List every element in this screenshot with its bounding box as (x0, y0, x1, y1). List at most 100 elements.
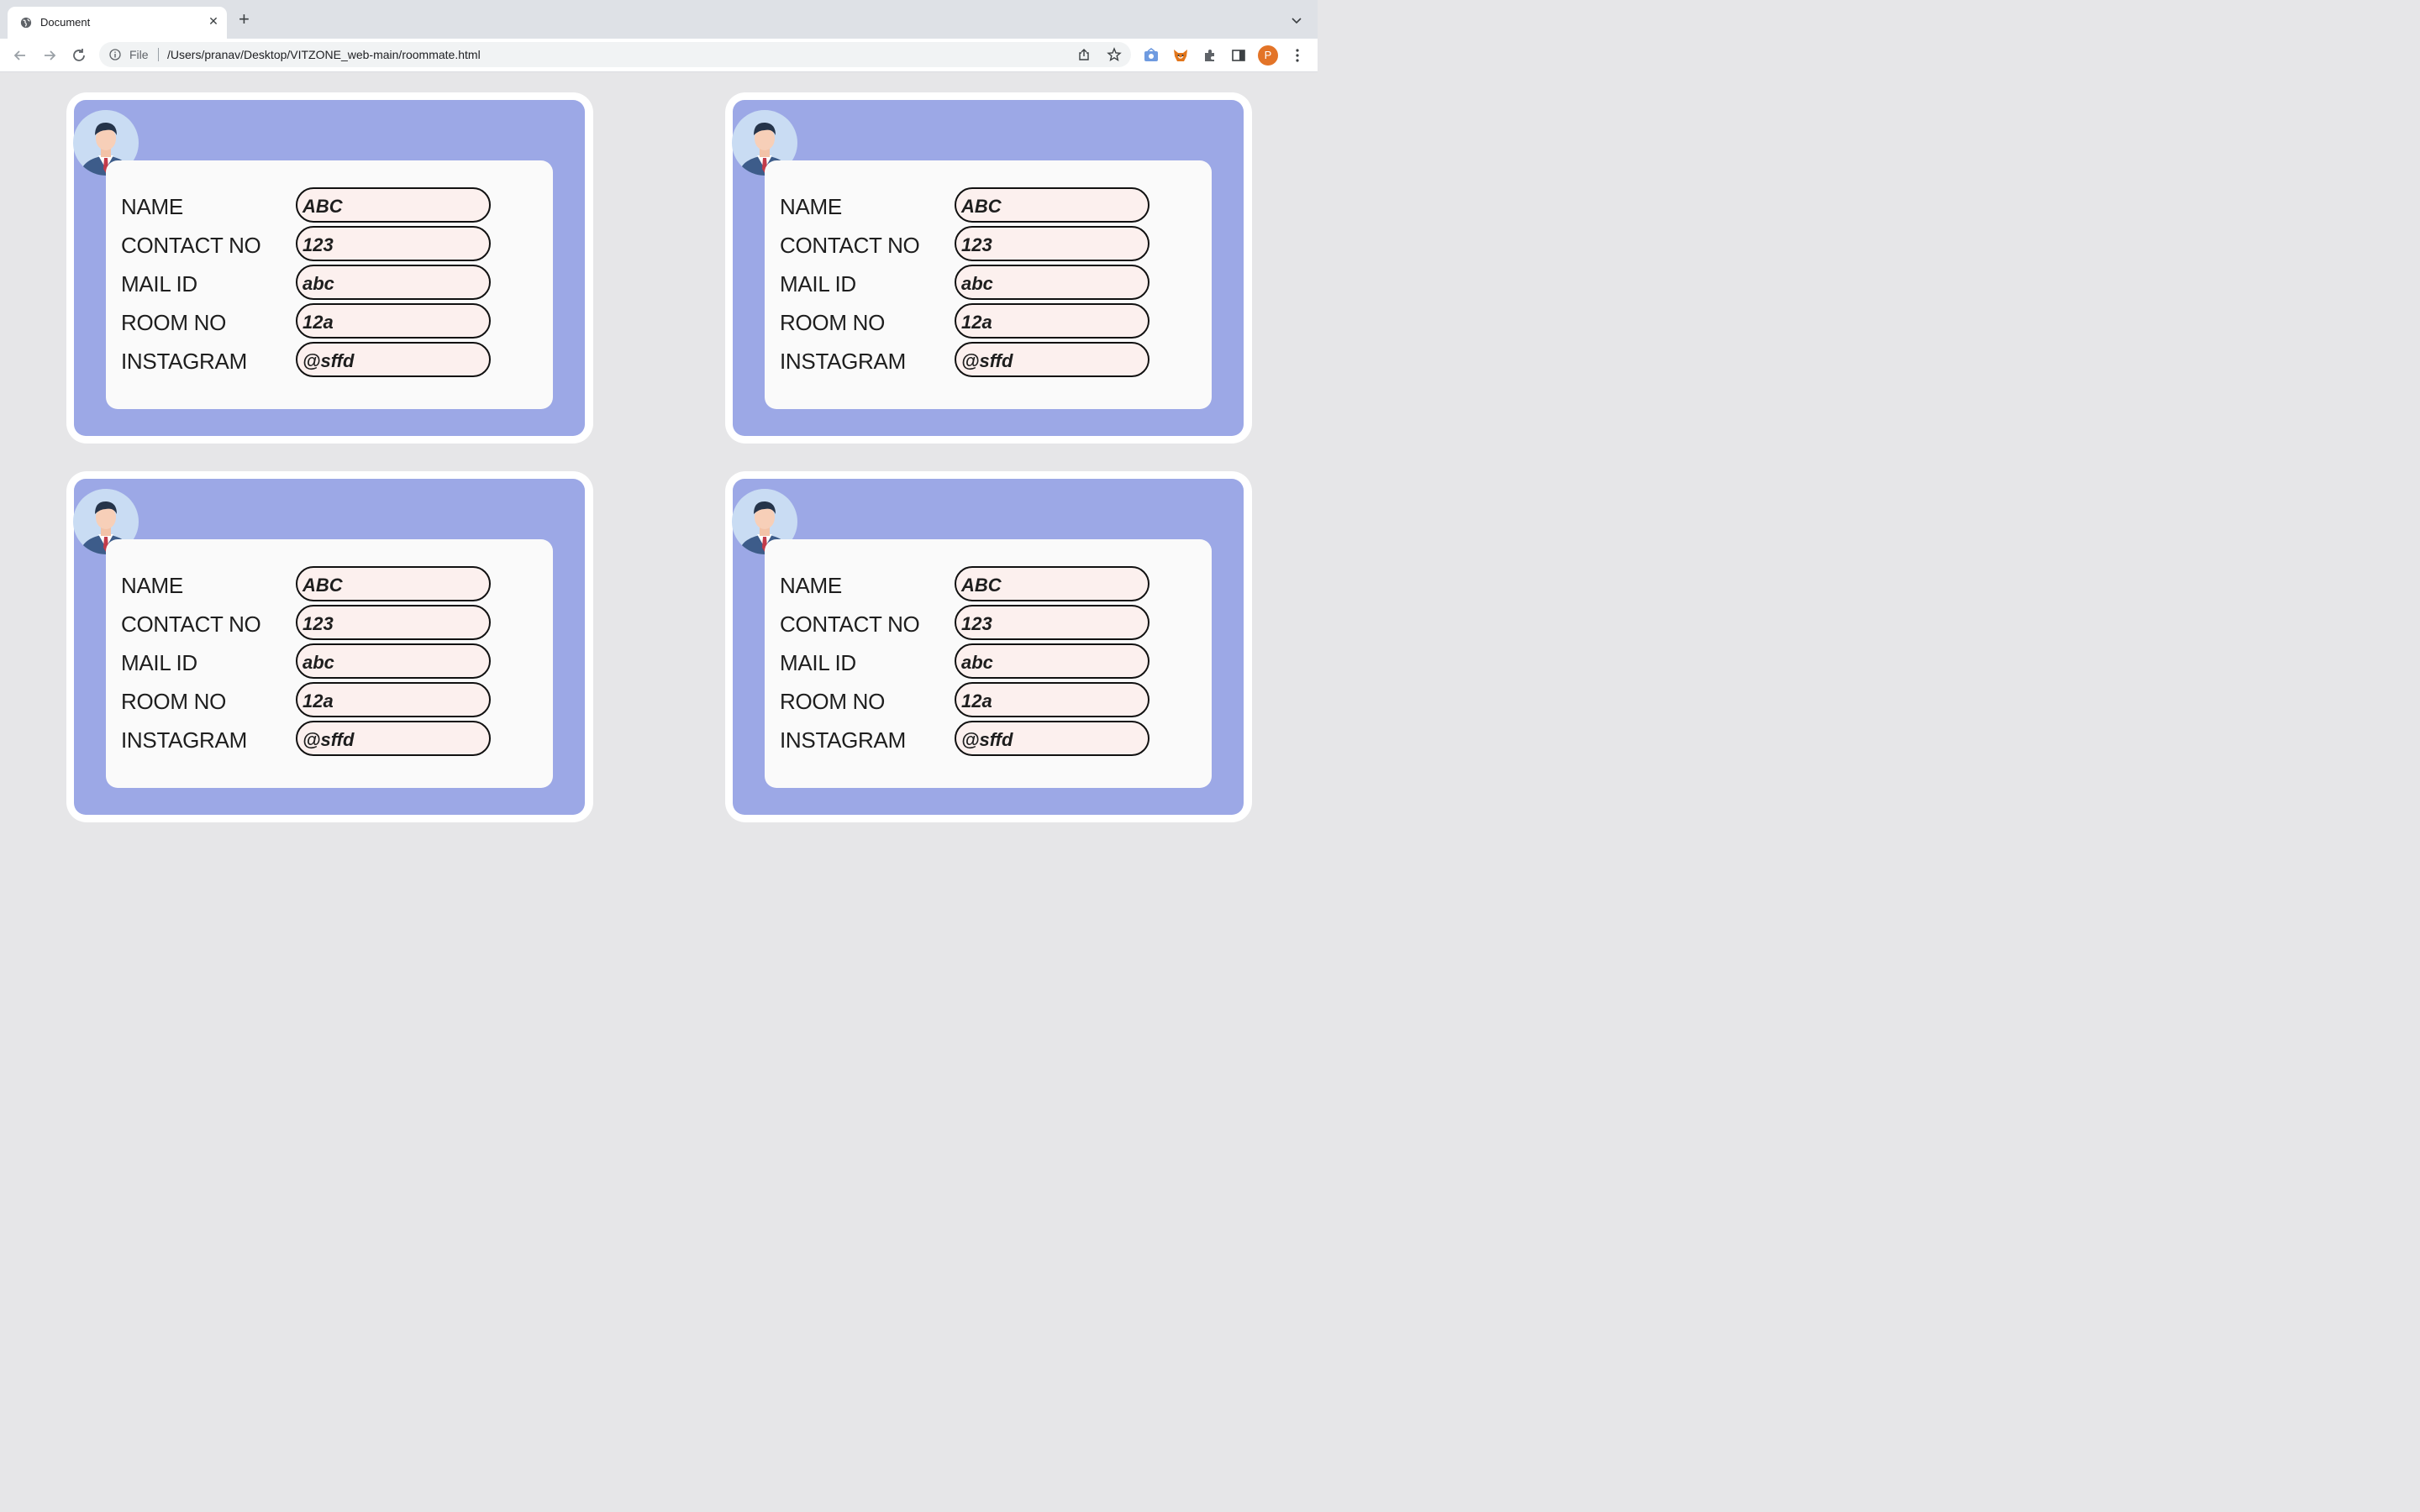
info-panel: NAME ABC CONTACT NO 123 MAIL ID abc ROOM… (106, 160, 553, 409)
field-value-box[interactable]: abc (296, 643, 491, 679)
back-icon[interactable] (11, 46, 29, 65)
field-value: abc (961, 652, 993, 673)
field-value-box[interactable]: ABC (296, 187, 491, 223)
field-value: ABC (961, 575, 1002, 596)
field-label: ROOM NO (121, 689, 227, 714)
field-label: MAIL ID (121, 271, 197, 297)
field-label: MAIL ID (121, 650, 197, 675)
field-label: INSTAGRAM (121, 349, 247, 374)
field-value-box[interactable]: 12a (955, 303, 1150, 339)
field-label: INSTAGRAM (780, 727, 906, 753)
field-label: NAME (780, 573, 842, 598)
reload-icon[interactable] (70, 46, 88, 65)
field-row-name: NAME ABC (780, 566, 1166, 603)
field-row-contact: CONTACT NO 123 (121, 605, 508, 642)
field-value-box[interactable]: ABC (955, 187, 1150, 223)
browser-window: Document ✕ + File /Users/pranav/Desktop/… (0, 0, 1318, 823)
field-row-instagram: INSTAGRAM @sffd (121, 342, 508, 379)
profile-avatar[interactable]: P (1258, 45, 1278, 66)
extension-icon[interactable] (1143, 47, 1160, 64)
field-row-contact: CONTACT NO 123 (780, 605, 1166, 642)
field-row-room: ROOM NO 12a (121, 682, 508, 719)
roommate-card: NAME ABC CONTACT NO 123 MAIL ID abc ROOM… (725, 471, 1252, 822)
field-value: @sffd (302, 729, 355, 750)
field-row-name: NAME ABC (121, 187, 508, 224)
field-label: CONTACT NO (780, 612, 920, 637)
field-label: NAME (121, 194, 183, 219)
field-label: CONTACT NO (121, 612, 261, 637)
field-value-box[interactable]: 12a (296, 682, 491, 717)
field-row-room: ROOM NO 12a (121, 303, 508, 340)
field-value-box[interactable]: abc (955, 265, 1150, 300)
field-value: 12a (961, 312, 992, 333)
fox-icon[interactable] (1172, 47, 1189, 64)
field-value: 12a (302, 690, 334, 711)
field-value-box[interactable]: @sffd (955, 342, 1150, 377)
field-value: @sffd (302, 350, 355, 371)
field-row-name: NAME ABC (121, 566, 508, 603)
field-value: abc (302, 273, 334, 294)
field-value: 12a (961, 690, 992, 711)
close-icon[interactable]: ✕ (206, 14, 221, 29)
info-panel: NAME ABC CONTACT NO 123 MAIL ID abc ROOM… (765, 160, 1212, 409)
field-value: @sffd (961, 350, 1013, 371)
field-value: 123 (302, 613, 334, 634)
field-row-instagram: INSTAGRAM @sffd (121, 721, 508, 758)
address-scheme: File (129, 48, 149, 61)
field-value-box[interactable]: 123 (955, 605, 1150, 640)
card-header: NAME ABC CONTACT NO 123 MAIL ID abc ROOM… (732, 100, 1244, 436)
card-header: NAME ABC CONTACT NO 123 MAIL ID abc ROOM… (732, 479, 1244, 815)
sidebar-icon[interactable] (1230, 47, 1247, 64)
field-value-box[interactable]: 123 (955, 226, 1150, 261)
field-label: ROOM NO (780, 689, 886, 714)
roommate-card: NAME ABC CONTACT NO 123 MAIL ID abc ROOM… (66, 471, 593, 822)
field-value-box[interactable]: ABC (955, 566, 1150, 601)
field-row-name: NAME ABC (780, 187, 1166, 224)
tab-document[interactable]: Document ✕ (8, 7, 227, 39)
globe-icon (20, 17, 32, 29)
roommate-card: NAME ABC CONTACT NO 123 MAIL ID abc ROOM… (66, 92, 593, 444)
field-value: abc (302, 652, 334, 673)
field-value-box[interactable]: abc (955, 643, 1150, 679)
field-value: @sffd (961, 729, 1013, 750)
card-header: NAME ABC CONTACT NO 123 MAIL ID abc ROOM… (73, 100, 585, 436)
field-value-box[interactable]: @sffd (955, 721, 1150, 756)
page-content: NAME ABC CONTACT NO 123 MAIL ID abc ROOM… (0, 72, 1318, 823)
field-row-room: ROOM NO 12a (780, 303, 1166, 340)
field-label: ROOM NO (121, 310, 227, 335)
field-row-contact: CONTACT NO 123 (780, 226, 1166, 263)
more-icon[interactable] (1292, 47, 1303, 64)
field-value-box[interactable]: @sffd (296, 342, 491, 377)
field-value-box[interactable]: 123 (296, 226, 491, 261)
puzzle-icon[interactable] (1202, 47, 1218, 64)
tab-title: Document (40, 16, 91, 29)
field-value: 12a (302, 312, 334, 333)
field-row-instagram: INSTAGRAM @sffd (780, 721, 1166, 758)
field-row-mail: MAIL ID abc (780, 265, 1166, 302)
field-value-box[interactable]: ABC (296, 566, 491, 601)
address-separator (158, 48, 159, 61)
tab-strip: Document ✕ + (0, 0, 1318, 39)
star-icon[interactable] (1107, 47, 1122, 62)
field-value-box[interactable]: 12a (296, 303, 491, 339)
address-bar[interactable]: File /Users/pranav/Desktop/VITZONE_web-m… (99, 42, 1131, 67)
field-value-box[interactable]: 123 (296, 605, 491, 640)
field-row-room: ROOM NO 12a (780, 682, 1166, 719)
info-panel: NAME ABC CONTACT NO 123 MAIL ID abc ROOM… (765, 539, 1212, 788)
address-url[interactable]: /Users/pranav/Desktop/VITZONE_web-main/r… (167, 48, 481, 61)
field-value: ABC (302, 196, 343, 217)
field-label: MAIL ID (780, 650, 856, 675)
field-value-box[interactable]: @sffd (296, 721, 491, 756)
chevron-down-icon[interactable] (1291, 14, 1302, 26)
forward-icon[interactable] (40, 46, 59, 65)
field-label: CONTACT NO (780, 233, 920, 258)
field-row-mail: MAIL ID abc (121, 265, 508, 302)
info-icon[interactable] (109, 49, 121, 60)
field-label: INSTAGRAM (121, 727, 247, 753)
share-icon[interactable] (1077, 48, 1091, 61)
field-value-box[interactable]: abc (296, 265, 491, 300)
field-row-mail: MAIL ID abc (121, 643, 508, 680)
field-value: ABC (961, 196, 1002, 217)
field-value-box[interactable]: 12a (955, 682, 1150, 717)
new-tab-button[interactable]: + (239, 10, 250, 29)
